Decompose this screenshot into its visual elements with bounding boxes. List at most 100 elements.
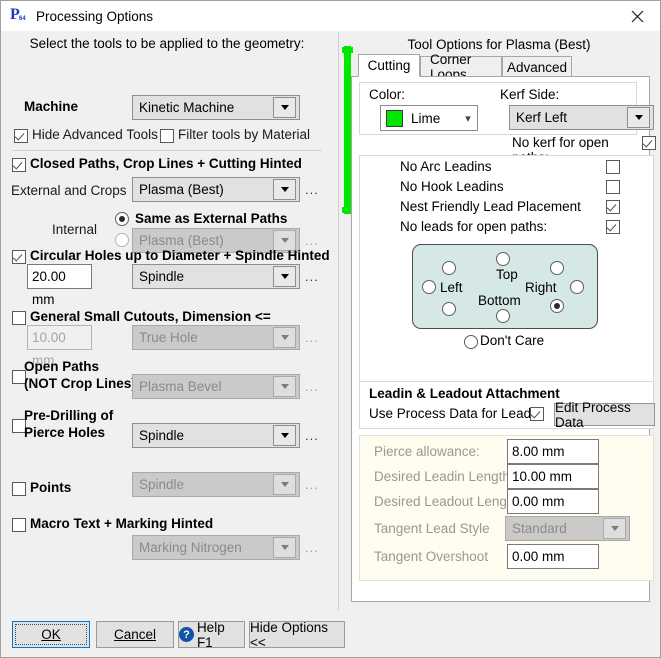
edit-process-data-button[interactable]: Edit Process Data: [554, 400, 655, 430]
no-hook-leadins-label: No Hook Leadins: [400, 179, 504, 194]
lead-placement-radio-dont-care[interactable]: [464, 335, 478, 349]
cancel-button[interactable]: Cancel: [96, 621, 174, 648]
leadin-attachment-title: Leadin & Leadout Attachment: [369, 386, 560, 401]
open-paths-more-button[interactable]: ...: [305, 380, 319, 393]
color-label: Color:: [369, 87, 406, 102]
internal-custom-radio[interactable]: [115, 233, 129, 247]
general-cutouts-tool-value: True Hole: [139, 330, 198, 345]
circular-holes-checkbox[interactable]: [12, 250, 26, 264]
close-icon[interactable]: [614, 1, 660, 31]
no-kerf-open-paths-checkbox[interactable]: [642, 136, 656, 150]
external-and-crops-label: External and Crops: [11, 183, 127, 198]
filter-tools-by-material-checkbox[interactable]: [160, 129, 174, 143]
tab-strip: Cutting Corner Loops Advanced: [351, 52, 650, 82]
kerf-side-label: Kerf Side:: [500, 87, 560, 102]
internal-same-as-external-radio[interactable]: [115, 212, 129, 226]
internal-tool-more-button[interactable]: ...: [305, 234, 319, 247]
macro-text-checkbox[interactable]: [12, 518, 26, 532]
open-paths-tool-select[interactable]: Plasma Bevel: [132, 374, 300, 399]
lead-placement-dont-care-label: Don't Care: [480, 333, 545, 348]
lead-placement-radio-bottom[interactable]: [496, 309, 510, 323]
desired-leadin-length-input[interactable]: 10.00 mm: [507, 464, 599, 489]
tangent-lead-style-label: Tangent Lead Style: [374, 521, 490, 536]
tool-options-title: Tool Options for Plasma (Best): [407, 37, 591, 52]
circular-holes-more-button[interactable]: ...: [305, 270, 319, 283]
use-process-data-checkbox[interactable]: [530, 407, 544, 421]
highlight-indicator: [342, 46, 359, 214]
lead-placement-radio-top-left[interactable]: [442, 261, 456, 275]
general-cutouts-label: General Small Cutouts, Dimension <=: [30, 309, 271, 324]
hide-advanced-tools-checkbox[interactable]: [14, 129, 28, 143]
use-process-data-label: Use Process Data for Leads: [369, 406, 538, 421]
circular-holes-tool-select[interactable]: Spindle: [132, 264, 300, 289]
internal-same-as-external-label: Same as External Paths: [135, 211, 288, 226]
no-arc-leadins-checkbox[interactable]: [606, 160, 620, 174]
open-paths-label-line1: Open Paths: [24, 359, 100, 374]
chevron-down-icon: [273, 376, 296, 397]
ok-button[interactable]: OK: [12, 621, 90, 648]
desired-leadout-length-input[interactable]: 0.00 mm: [507, 489, 599, 514]
macro-text-tool-select[interactable]: Marking Nitrogen: [132, 535, 300, 560]
lead-placement-radio-top-right[interactable]: [550, 261, 564, 275]
app-p64-icon: P 64: [10, 5, 26, 23]
closed-paths-label: Closed Paths, Crop Lines + Cutting Hinte…: [30, 156, 302, 171]
help-button-label: Help F1: [196, 619, 225, 650]
hide-options-button[interactable]: Hide Options <<: [249, 620, 345, 650]
pierce-allowance-label: Pierce allowance:: [374, 444, 480, 459]
points-tool-select[interactable]: Spindle: [132, 472, 300, 497]
question-mark-icon: ?: [179, 627, 194, 642]
lead-placement-radio-top[interactable]: [496, 252, 510, 266]
kerf-side-select[interactable]: Kerf Left: [509, 105, 654, 130]
no-hook-leadins-checkbox[interactable]: [606, 180, 620, 194]
color-select-value: Lime: [411, 110, 441, 126]
macro-text-label: Macro Text + Marking Hinted: [30, 516, 214, 531]
external-and-crops-select[interactable]: Plasma (Best): [132, 177, 300, 202]
general-cutouts-tool-select[interactable]: True Hole: [132, 325, 300, 350]
no-leads-open-paths-checkbox[interactable]: [606, 220, 620, 234]
help-button[interactable]: ? Help F1: [178, 619, 245, 650]
lead-placement-radio-bottom-left[interactable]: [442, 302, 456, 316]
tangent-overshoot-input[interactable]: 0.00 mm: [507, 544, 599, 569]
tangent-overshoot-label: Tangent Overshoot: [374, 549, 489, 564]
pre-drilling-more-button[interactable]: ...: [305, 429, 319, 442]
nest-friendly-lead-placement-label: Nest Friendly Lead Placement: [400, 199, 581, 214]
external-and-crops-value: Plasma (Best): [139, 182, 224, 197]
chevron-down-icon: [273, 179, 296, 200]
tangent-lead-style-select[interactable]: Standard: [505, 516, 630, 541]
general-cutouts-checkbox[interactable]: [12, 311, 26, 325]
points-more-button[interactable]: ...: [305, 478, 319, 491]
machine-select[interactable]: Kinetic Machine: [132, 95, 300, 120]
title-bar: P 64 Processing Options: [1, 1, 660, 31]
pierce-allowance-input[interactable]: 8.00 mm: [507, 439, 599, 464]
internal-label: Internal: [52, 222, 98, 237]
no-leads-open-paths-label: No leads for open paths:: [400, 219, 548, 234]
points-tool-value: Spindle: [139, 477, 185, 492]
external-and-crops-more-button[interactable]: ...: [305, 183, 319, 196]
tab-cutting[interactable]: Cutting: [358, 54, 420, 77]
kerf-side-value: Kerf Left: [516, 110, 568, 125]
points-checkbox[interactable]: [12, 482, 26, 496]
general-cutouts-dimension-input[interactable]: 10.00 mm: [27, 325, 92, 368]
macro-text-more-button[interactable]: ...: [305, 541, 319, 554]
pre-drilling-tool-value: Spindle: [139, 428, 185, 443]
general-cutouts-more-button[interactable]: ...: [305, 331, 319, 344]
tool-options-panel: Tool Options for Plasma (Best) Cutting C…: [338, 32, 659, 610]
circular-holes-diameter-input[interactable]: 20.00 mm: [27, 264, 92, 307]
pre-drilling-tool-select[interactable]: Spindle: [132, 423, 300, 448]
lead-placement-radio-right[interactable]: [570, 280, 584, 294]
pre-drilling-label-line1: Pre-Drilling of: [24, 408, 114, 423]
tools-panel: Select the tools to be applied to the ge…: [2, 32, 338, 610]
tab-advanced[interactable]: Advanced: [502, 56, 572, 77]
color-select[interactable]: Lime ▾: [380, 105, 478, 131]
closed-paths-checkbox[interactable]: [12, 158, 26, 172]
macro-text-tool-value: Marking Nitrogen: [139, 540, 242, 555]
lead-placement-radio-left[interactable]: [422, 280, 436, 294]
open-paths-tool-value: Plasma Bevel: [139, 379, 222, 394]
chevron-down-icon: [627, 107, 650, 128]
lead-placement-left-label: Left: [440, 280, 463, 295]
nest-friendly-lead-placement-checkbox[interactable]: [606, 200, 620, 214]
tab-corner-loops[interactable]: Corner Loops: [420, 52, 502, 82]
open-paths-label-line2: (NOT Crop Lines): [24, 376, 136, 391]
lead-placement-radio-bottom-right[interactable]: [550, 299, 564, 313]
circular-holes-label: Circular Holes up to Diameter + Spindle …: [30, 248, 330, 263]
